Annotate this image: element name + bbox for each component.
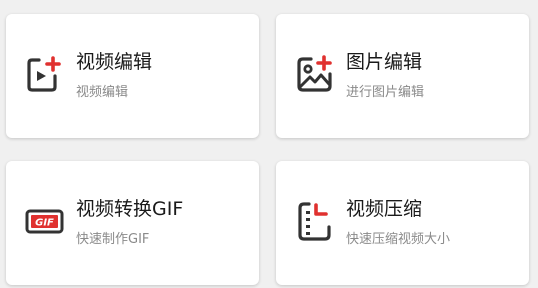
card-video-to-gif[interactable]: GIF 视频转换GIF 快速制作GIF bbox=[6, 161, 259, 285]
gif-icon: GIF bbox=[25, 201, 65, 241]
card-image-edit[interactable]: 图片编辑 进行图片编辑 bbox=[276, 14, 529, 138]
card-title: 视频转换GIF bbox=[76, 198, 184, 220]
svg-text:GIF: GIF bbox=[35, 218, 54, 229]
card-subtitle: 快速压缩视频大小 bbox=[346, 232, 451, 247]
image-edit-icon bbox=[295, 54, 335, 94]
card-title: 视频编辑 bbox=[76, 51, 153, 73]
card-title: 图片编辑 bbox=[346, 51, 423, 73]
video-compress-icon bbox=[295, 201, 335, 241]
card-video-edit[interactable]: 视频编辑 视频编辑 bbox=[6, 14, 259, 138]
card-subtitle: 视频编辑 bbox=[76, 85, 129, 100]
card-subtitle: 进行图片编辑 bbox=[346, 85, 425, 100]
video-edit-icon bbox=[25, 54, 65, 94]
card-video-compress[interactable]: 视频压缩 快速压缩视频大小 bbox=[276, 161, 529, 285]
card-title: 视频压缩 bbox=[346, 198, 423, 220]
card-subtitle: 快速制作GIF bbox=[76, 232, 150, 247]
